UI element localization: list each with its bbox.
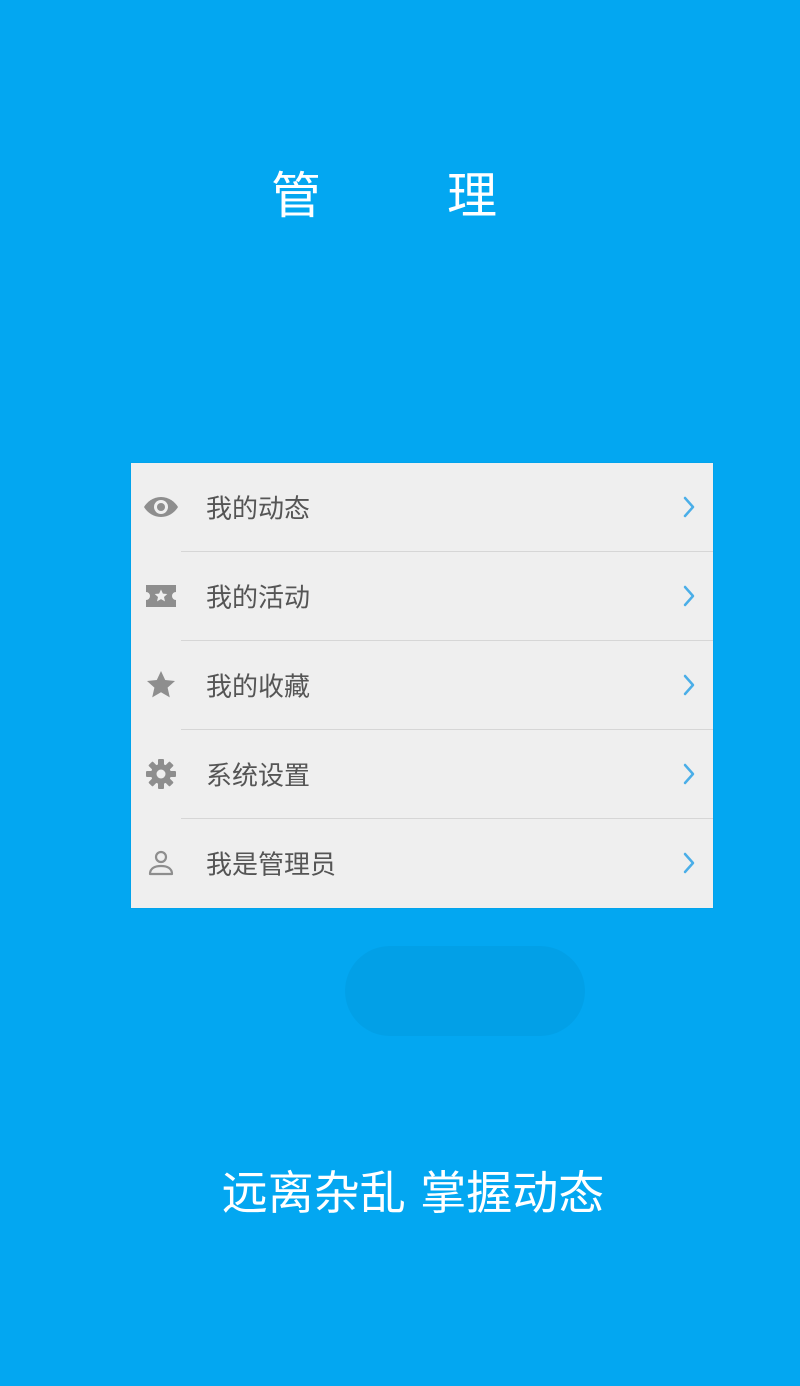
menu-item-label: 我的活动 <box>206 583 311 614</box>
menu-card: 我的动态 我的活动 我的收藏 系统设置 我是管理员 <box>131 463 713 908</box>
chevron-right-icon <box>679 582 699 610</box>
chevron-right-icon <box>679 849 699 877</box>
menu-item-admin[interactable]: 我是管理员 <box>131 818 713 907</box>
menu-item-my-updates[interactable]: 我的动态 <box>131 463 713 551</box>
gear-icon <box>143 756 179 792</box>
guide-screen: 管 理 我的动态 我的活动 我的收藏 系统设置 我是管理员 远离杂乱 掌握动态 <box>0 0 800 1386</box>
ticket-star-icon <box>143 578 179 614</box>
menu-item-label: 我的收藏 <box>206 672 311 703</box>
person-icon <box>143 845 179 881</box>
chevron-right-icon <box>679 493 699 521</box>
star-icon <box>143 667 179 703</box>
page-title: 管 理 <box>271 167 535 225</box>
menu-item-label: 我是管理员 <box>206 850 337 881</box>
menu-item-my-activities[interactable]: 我的活动 <box>131 551 713 640</box>
menu-item-system-settings[interactable]: 系统设置 <box>131 729 713 818</box>
chevron-right-icon <box>679 760 699 788</box>
chevron-right-icon <box>679 671 699 699</box>
menu-item-label: 系统设置 <box>206 761 311 792</box>
menu-item-my-favorites[interactable]: 我的收藏 <box>131 640 713 729</box>
faded-decoration <box>345 946 585 1036</box>
slogan-text: 远离杂乱 掌握动态 <box>221 1166 605 1220</box>
menu-item-label: 我的动态 <box>206 494 311 525</box>
eye-icon <box>143 489 179 525</box>
